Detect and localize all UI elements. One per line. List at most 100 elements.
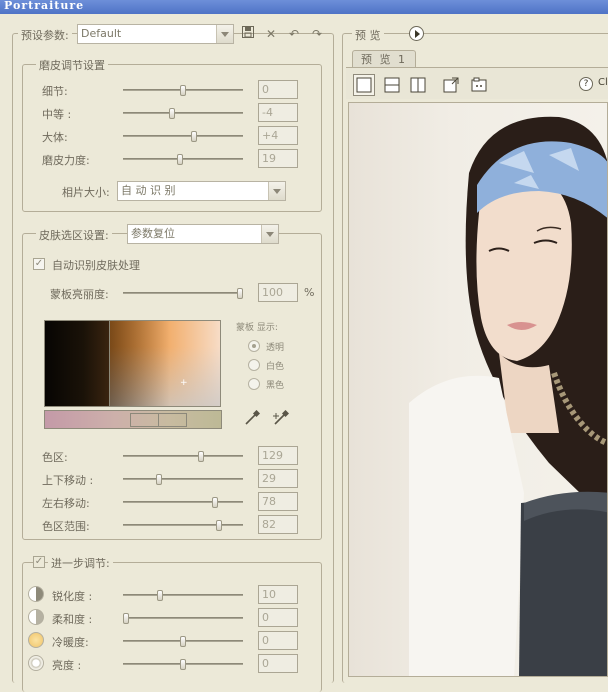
chevron-down-icon [261, 225, 278, 243]
hue-range-window[interactable] [130, 413, 187, 427]
color-swatch-dark[interactable] [44, 320, 110, 407]
skin-vertical-shift-label: 上下移动 : [42, 474, 94, 487]
preview-label: 预 览 [352, 27, 384, 43]
color-field[interactable]: + [109, 320, 221, 407]
smoothing-medium-value[interactable]: -4 [258, 103, 298, 122]
skin-preset-select[interactable]: 参数复位 [127, 224, 279, 244]
slider-thumb[interactable] [191, 131, 197, 142]
preview-image[interactable] [348, 102, 608, 677]
enhance-brightness-label: 亮度 : [52, 659, 82, 672]
enhance-softness-slider[interactable] [123, 613, 243, 624]
skin-hue-value[interactable]: 129 [258, 446, 298, 465]
enhance-warmth-label: 冷暖度: [52, 636, 89, 649]
skin-vertical-shift-slider[interactable] [123, 474, 243, 485]
photo-size-value: 自 动 识 别 [121, 184, 176, 197]
undo-icon[interactable]: ↶ [286, 26, 302, 42]
delete-icon[interactable]: ✕ [263, 26, 279, 42]
slider-thumb[interactable] [156, 474, 162, 485]
mask-display-radio[interactable] [248, 359, 260, 371]
slider-thumb[interactable] [169, 108, 175, 119]
skin-range-slider[interactable] [123, 520, 243, 531]
enhance-softness-label: 柔和度 : [52, 613, 93, 626]
skin-horizontal-shift-slider[interactable] [123, 497, 243, 508]
slider-thumb[interactable] [157, 590, 163, 601]
play-icon[interactable] [409, 26, 424, 41]
skin-vertical-shift-value[interactable]: 29 [258, 469, 298, 488]
color-target-marker: + [180, 378, 188, 388]
smoothing-strength-value[interactable]: 19 [258, 149, 298, 168]
enhance-title: 进一步调节: [48, 555, 113, 571]
enhance-sharpness-value[interactable]: 10 [258, 585, 298, 604]
smoothing-strength-label: 磨皮力度: [42, 154, 90, 167]
skin-horizontal-shift-value[interactable]: 78 [258, 492, 298, 511]
auto-skin-label: 自动识别皮肤处理 [52, 259, 140, 272]
smoothing-medium-label: 中等 : [42, 108, 72, 121]
smoothing-large-value[interactable]: +4 [258, 126, 298, 145]
skin-hue-slider[interactable] [123, 451, 243, 462]
slider-thumb[interactable] [180, 85, 186, 96]
warmth-icon [28, 632, 44, 648]
smoothing-detail-label: 细节: [42, 85, 68, 98]
photo-size-select[interactable]: 自 动 识 别 [117, 181, 286, 201]
enhance-checkbox[interactable]: ✓ [33, 556, 45, 568]
save-icon[interactable] [240, 26, 256, 42]
skin-hue-label: 色区: [42, 451, 68, 464]
auto-skin-checkbox[interactable]: ✓ [33, 258, 45, 270]
eyedropper-plus-icon[interactable] [273, 409, 290, 426]
slider-thumb[interactable] [198, 451, 204, 462]
chevron-down-icon [216, 25, 233, 43]
split-vertical-icon[interactable] [407, 74, 429, 96]
slider-thumb[interactable] [216, 520, 222, 531]
smoothing-detail-slider[interactable] [123, 85, 243, 96]
preset-value: Default [81, 27, 122, 40]
chevron-down-icon [268, 182, 285, 200]
skin-range-value[interactable]: 82 [258, 515, 298, 534]
window-title: Portraiture [0, 0, 608, 14]
smoothing-detail-value[interactable]: 0 [258, 80, 298, 99]
slider-thumb[interactable] [180, 659, 186, 670]
enhance-brightness-slider[interactable] [123, 659, 243, 670]
enhance-warmth-slider[interactable] [123, 636, 243, 647]
single-view-icon[interactable] [353, 74, 375, 96]
enhance-brightness-value[interactable]: 0 [258, 654, 298, 673]
smoothing-strength-slider[interactable] [123, 154, 243, 165]
softness-icon [28, 609, 44, 625]
smoothing-large-label: 大体: [42, 131, 68, 144]
hue-range-bar[interactable] [44, 410, 222, 429]
enhance-softness-value[interactable]: 0 [258, 608, 298, 627]
mask-display-radio[interactable] [248, 378, 260, 390]
mask-display-option-label: 白色 [266, 362, 285, 372]
slider-thumb[interactable] [180, 636, 186, 647]
percent-unit: % [304, 286, 315, 299]
slider-thumb[interactable] [212, 497, 218, 508]
tab-preview-1[interactable]: 预 览 1 [352, 50, 416, 68]
skin-range-label: 色区范围: [42, 520, 90, 533]
portrait-illustration [409, 116, 607, 676]
mask-display-radio[interactable] [248, 340, 260, 352]
smoothing-medium-slider[interactable] [123, 108, 243, 119]
mask-brightness-slider[interactable] [123, 288, 243, 299]
preset-select[interactable]: Default [77, 24, 234, 44]
skin-preset-value: 参数复位 [131, 227, 175, 240]
enhance-warmth-value[interactable]: 0 [258, 631, 298, 650]
mask-display-title: 蒙板 显示: [236, 323, 278, 333]
slider-thumb[interactable] [123, 613, 129, 624]
split-horizontal-icon[interactable] [381, 74, 403, 96]
slider-thumb[interactable] [237, 288, 243, 299]
redo-icon[interactable]: ↷ [309, 26, 325, 42]
export-icon[interactable] [440, 74, 462, 96]
slider-thumb[interactable] [177, 154, 183, 165]
color-field-shade [110, 321, 170, 406]
skin-horizontal-shift-label: 左右移动: [42, 497, 90, 510]
smoothing-large-slider[interactable] [123, 131, 243, 142]
mask-brightness-value[interactable]: 100 [258, 283, 298, 302]
compare-icon[interactable] [468, 74, 490, 96]
help-icon[interactable]: ? [579, 77, 593, 91]
eyedropper-icon[interactable] [244, 409, 261, 426]
enhance-sharpness-label: 锐化度 : [52, 590, 93, 603]
mask-brightness-label: 蒙板亮丽度: [50, 288, 109, 301]
enhance-sharpness-slider[interactable] [123, 590, 243, 601]
help-text: Cl [598, 77, 608, 88]
photo-size-label: 相片大小: [62, 186, 110, 199]
skin-mask-title: 皮肤选区设置: [36, 227, 112, 243]
